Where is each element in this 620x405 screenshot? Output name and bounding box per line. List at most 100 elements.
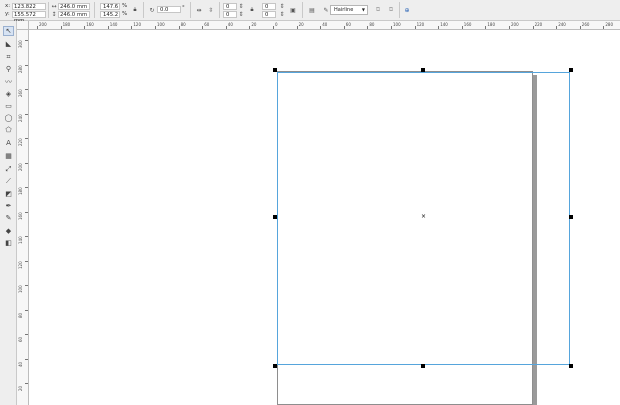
crop-tool-icon[interactable]: ⌗: [3, 52, 14, 62]
eyedropper-tool-icon[interactable]: ✒: [3, 201, 14, 211]
zoom-tool-icon[interactable]: ⚲: [3, 64, 14, 74]
ruler-tick: [273, 26, 274, 29]
corner-stepper-icon[interactable]: ⇕: [237, 2, 245, 10]
relative-corner-icon[interactable]: ▣: [289, 6, 297, 14]
x-position-field[interactable]: 123.822 mm: [12, 3, 46, 16]
convert-to-curves-icon[interactable]: ⊕: [403, 6, 411, 14]
outline-width-value: Hairline: [334, 7, 354, 13]
corner-bottom-left-field[interactable]: 0: [223, 11, 237, 18]
selection-handle-bottom-right[interactable]: [569, 364, 573, 368]
polygon-tool-icon[interactable]: ⬠: [3, 125, 14, 135]
smart-fill-tool-icon[interactable]: ◈: [3, 89, 14, 99]
ruler-top-label: 80: [369, 22, 375, 27]
corner-stepper-icon[interactable]: ⇕: [278, 10, 286, 18]
shape-tool-icon[interactable]: ◣: [3, 39, 14, 49]
interactive-fill-tool-icon[interactable]: ◧: [3, 238, 14, 248]
ruler-top-label: 220: [534, 22, 543, 27]
ruler-tick: [461, 26, 463, 29]
ellipse-tool-icon[interactable]: ◯: [3, 113, 14, 123]
ruler-left-label: 240: [18, 113, 23, 122]
ruler-tick: [320, 26, 322, 29]
vertical-ruler[interactable]: 300 280 260 240 220 200 180 160 140 120 100 80 60 40 2…: [17, 30, 29, 405]
ruler-tick: [202, 26, 204, 29]
ruler-left-label: 200: [18, 162, 23, 171]
wrap-text-icon[interactable]: ▤: [308, 6, 316, 14]
separator: [302, 2, 303, 18]
ruler-left-label: 300: [18, 40, 23, 48]
corner-bottom-right-value: 0: [265, 12, 269, 18]
ruler-top-label: 60: [345, 22, 351, 27]
selection-handle-right[interactable]: [569, 215, 573, 219]
ruler-left-label: 40: [18, 361, 23, 367]
ruler-tick: [155, 26, 156, 29]
corner-stepper-icon[interactable]: ⇕: [278, 2, 286, 10]
ruler-top-label: 160: [86, 22, 94, 27]
dimension-tool-icon[interactable]: ⤢: [3, 164, 14, 174]
separator: [399, 2, 400, 18]
scale-y-value: 145.2: [103, 12, 119, 18]
ruler-origin[interactable]: [17, 21, 29, 30]
ruler-top-label: 140: [440, 22, 448, 27]
corner-stepper-icon[interactable]: ⇕: [237, 10, 245, 18]
text-tool-icon[interactable]: A: [3, 138, 14, 148]
lock-corners-icon[interactable]: 🔒︎: [248, 6, 256, 14]
ruler-tick: [25, 162, 28, 164]
to-front-icon[interactable]: ⧉: [374, 6, 382, 14]
ruler-top-label: 160: [463, 22, 472, 27]
outline-pen-tool-icon[interactable]: ✎: [3, 213, 14, 223]
ruler-top-label: 40: [227, 22, 233, 27]
ruler-top-label: 120: [133, 22, 142, 27]
ruler-tick: [556, 26, 558, 29]
freehand-tool-icon[interactable]: 〰: [3, 77, 14, 87]
ruler-tick: [509, 26, 510, 29]
selection-handle-bottom-left[interactable]: [273, 364, 277, 368]
ruler-tick: [25, 236, 28, 237]
ruler-left-label: 80: [18, 312, 23, 318]
ruler-tick: [485, 26, 487, 29]
ruler-top-label: 140: [109, 22, 118, 27]
selection-handle-top-left[interactable]: [273, 68, 277, 72]
rotation-center-marker[interactable]: ×: [421, 214, 426, 220]
pick-tool-icon[interactable]: ↖: [3, 26, 14, 36]
rectangle-tool-icon[interactable]: ▭: [3, 101, 14, 111]
width-icon: ↔: [51, 2, 57, 10]
corner-top-left-field[interactable]: 0: [223, 3, 237, 10]
selection-handle-bottom[interactable]: [421, 364, 425, 368]
lock-ratio-icon[interactable]: 🔒︎: [131, 6, 139, 14]
mirror-vertical-icon[interactable]: ⇳: [207, 6, 215, 14]
height-field[interactable]: 246.0 mm: [58, 11, 90, 18]
drop-shadow-tool-icon[interactable]: ◩: [3, 189, 14, 199]
corner-bottom-right-field[interactable]: 0: [262, 11, 276, 18]
scale-y-field[interactable]: 145.2: [100, 11, 120, 18]
y-position-field[interactable]: 155.572 mm: [12, 11, 46, 24]
rotation-field[interactable]: 0.0: [157, 6, 181, 13]
horizontal-ruler[interactable]: 200 180 160 140 120 100 80 60 40 20 0 20 40 60 80 100 12…: [29, 21, 620, 30]
x-label: x:: [5, 3, 11, 9]
to-back-icon[interactable]: ⧉: [387, 6, 395, 14]
separator: [143, 2, 144, 18]
ruler-tick: [25, 383, 28, 384]
table-tool-icon[interactable]: ▦: [3, 151, 14, 161]
selection-handle-top[interactable]: [421, 68, 425, 72]
corner-top-right-field[interactable]: 0: [262, 3, 276, 10]
ruler-tick: [367, 26, 369, 29]
separator: [219, 2, 220, 18]
ruler-top-label: 60: [204, 22, 210, 27]
ruler-top-label: 100: [157, 22, 165, 27]
toolbox: ↖ ◣ ⌗ ⚲ 〰 ◈ ▭ ◯ ⬠ A ▦ ⤢ ⟋ ◩ ✒ ✎ ◆ ◧: [0, 21, 17, 405]
ruler-tick: [225, 26, 227, 29]
ruler-top-label: 240: [558, 22, 566, 27]
width-field[interactable]: 246.0 mm: [58, 3, 90, 10]
connector-tool-icon[interactable]: ⟋: [3, 176, 14, 186]
ruler-top-label: 80: [180, 22, 186, 27]
ruler-left-label: 180: [18, 187, 23, 195]
selection-handle-left[interactable]: [273, 215, 277, 219]
selection-handle-top-right[interactable]: [569, 68, 573, 72]
ruler-tick: [249, 26, 251, 29]
scale-x-field[interactable]: 147.6: [100, 3, 120, 10]
scale-x-value: 147.6: [103, 4, 119, 10]
separator: [48, 2, 49, 18]
mirror-horizontal-icon[interactable]: ⇹: [195, 6, 203, 14]
fill-tool-icon[interactable]: ◆: [3, 226, 14, 236]
outline-width-dropdown[interactable]: Hairline ▼: [330, 5, 368, 15]
